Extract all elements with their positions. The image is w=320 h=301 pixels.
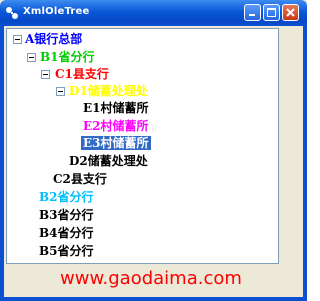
tree-node-e1[interactable]: E1村储蓄所 [83, 100, 149, 116]
tree-node-label: B5省分行 [39, 244, 94, 258]
minimize-button[interactable] [244, 4, 261, 21]
tree-node-b3[interactable]: B3省分行 [39, 207, 94, 223]
tree-node-label: D1储蓄处理处 [69, 84, 148, 98]
collapse-icon[interactable] [27, 53, 36, 62]
maximize-icon [267, 8, 276, 17]
tree-node-d1[interactable]: D1储蓄处理处 [69, 83, 148, 99]
minimize-icon [249, 14, 255, 16]
app-window: XmlOleTree A银行总部 B1省分行 C1县支行 D1储蓄处理处 E1村… [0, 0, 307, 301]
tree-node-label: A银行总部 [25, 32, 83, 46]
watermark-text: www.gaodaima.com [60, 268, 242, 289]
tree-node-label: D2储蓄处理处 [69, 154, 148, 168]
tree-node-root[interactable]: A银行总部 [25, 31, 82, 47]
tree-node-label-selected: E3村储蓄所 [81, 136, 151, 150]
collapse-icon[interactable] [56, 87, 65, 96]
tree-node-label: B1省分行 [40, 50, 95, 64]
tree-view[interactable]: A银行总部 B1省分行 C1县支行 D1储蓄处理处 E1村储蓄所 E2村储蓄所 … [6, 28, 279, 264]
tree-node-e2[interactable]: E2村储蓄所 [83, 118, 149, 134]
tree-node-label: C1县支行 [55, 67, 109, 81]
collapse-icon[interactable] [13, 35, 22, 44]
tree-node-label: E1村储蓄所 [83, 101, 149, 115]
tree-node-label: B3省分行 [39, 208, 94, 222]
tree-node-b5[interactable]: B5省分行 [39, 243, 94, 259]
tree-node-e3[interactable]: E3村储蓄所 [81, 135, 151, 151]
tree-node-label: E2村储蓄所 [83, 119, 149, 133]
tree-node-c1[interactable]: C1县支行 [55, 66, 109, 82]
tree-node-b4[interactable]: B4省分行 [39, 225, 94, 241]
window-title: XmlOleTree [23, 6, 90, 17]
app-icon [6, 7, 18, 19]
tree-node-c2[interactable]: C2县支行 [53, 171, 107, 187]
collapse-icon[interactable] [41, 70, 50, 79]
tree-node-label: C2县支行 [53, 172, 107, 186]
window-frame-left [0, 26, 4, 301]
tree-node-d2[interactable]: D2储蓄处理处 [69, 153, 148, 169]
title-bar[interactable]: XmlOleTree [0, 0, 307, 26]
tree-node-b1[interactable]: B1省分行 [40, 49, 95, 65]
tree-node-label: B4省分行 [39, 226, 94, 240]
window-frame-bottom [0, 297, 307, 301]
close-button[interactable] [282, 4, 299, 21]
tree-node-b2[interactable]: B2省分行 [39, 189, 94, 205]
tree-node-label: B2省分行 [39, 190, 94, 204]
window-frame-right [303, 26, 307, 301]
close-icon [286, 8, 295, 17]
maximize-button[interactable] [263, 4, 280, 21]
